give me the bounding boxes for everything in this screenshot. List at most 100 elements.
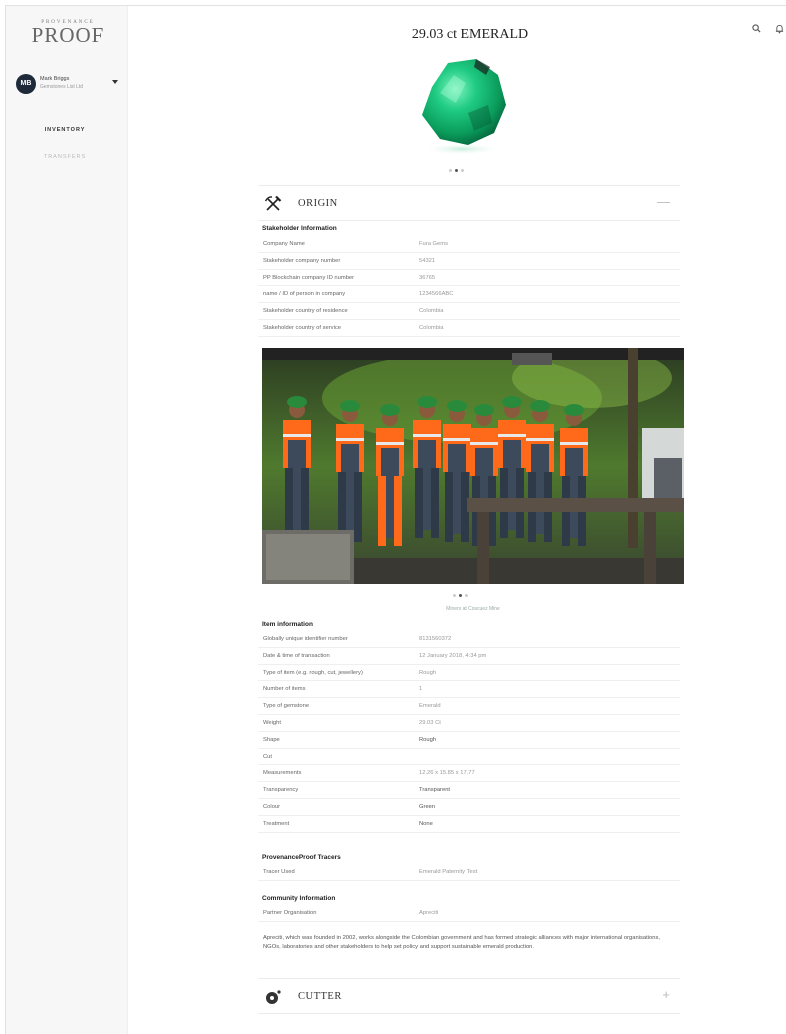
table-row: Weight 29.03 Ct (258, 715, 680, 732)
row-value: None (419, 820, 433, 827)
table-row: Globally unique identifier number 8131560… (258, 631, 680, 648)
table-row: Type of item (e.g. rough, cut, jewellery… (258, 665, 680, 682)
table-row: PP Blockchain company ID number 36765 (258, 270, 680, 287)
table-row: Treatment None (258, 816, 680, 833)
row-value: 29.03 Ct (419, 719, 441, 726)
caret-down-icon[interactable] (112, 80, 118, 84)
community-heading: Community Information (262, 895, 336, 902)
row-value: Emerald (419, 703, 441, 710)
table-row: Tracer Used Emerald Paternity Test (258, 864, 680, 881)
carousel-dot[interactable] (449, 169, 452, 172)
row-label: Partner Organisation (263, 910, 317, 916)
row-label: Stakeholder country of service (263, 324, 341, 331)
row-label: Company Name (263, 241, 305, 247)
expand-icon[interactable]: + (662, 987, 670, 1002)
row-label: Weight (263, 719, 281, 726)
table-row: Measurements 12.26 x 15.85 x 17.77 (258, 765, 680, 783)
row-value: Colombia (419, 308, 444, 315)
row-value: Fura Gems (419, 241, 448, 247)
photo-caption: Miners at Coscuez Mine (446, 606, 500, 612)
user-name: Mark Briggs (40, 76, 70, 82)
row-label: Cut (263, 753, 273, 760)
tracers-table: Tracer Used Emerald Paternity Test (258, 864, 680, 881)
origin-section-header[interactable]: ORIGIN — (258, 185, 680, 221)
cutter-section-header[interactable]: CUTTER + (258, 978, 680, 1014)
nav-item-transfers[interactable]: TRANSFERS (6, 154, 124, 160)
table-row: Type of gemstone Emerald (258, 698, 680, 715)
row-label: Tracer Used (263, 869, 295, 875)
carousel-dot[interactable] (453, 594, 456, 597)
row-label: Transparency (263, 787, 299, 794)
emerald-image (422, 59, 506, 155)
row-label: PP Blockchain company ID number (263, 274, 355, 281)
table-row: Date & time of transaction 12 January 201… (258, 648, 680, 665)
carousel-dot-active[interactable] (455, 169, 458, 172)
table-row: Shape Rough (258, 732, 680, 749)
gem-carousel-dots[interactable] (449, 169, 464, 172)
row-value: Emerald Paternity Test (419, 869, 478, 875)
pickaxe-icon (264, 195, 282, 211)
item-info-table: Globally unique identifier number 8131560… (258, 631, 680, 833)
row-label: Globally unique identifier number (263, 636, 348, 642)
row-label: Stakeholder company number (263, 257, 341, 264)
row-label: name / ID of person in company (263, 291, 346, 298)
user-menu[interactable]: MB Mark Briggs Gemstones List Ltd (16, 74, 126, 96)
table-row: Number of items 1 (258, 681, 680, 699)
row-value: 1 (419, 686, 423, 693)
row-value: Transparent (419, 787, 451, 794)
item-info-heading: Item information (262, 621, 313, 628)
bell-icon[interactable] (775, 24, 784, 37)
avatar: MB (16, 74, 36, 94)
tracers-heading: ProvenanceProof Tracers (262, 854, 341, 861)
table-row: Partner Organisation Apreciti (258, 905, 680, 922)
page-title: 29.03 ct EMERALD (411, 27, 529, 42)
row-label: Type of gemstone (263, 703, 310, 710)
saw-blade-icon (266, 990, 281, 1004)
table-row: Stakeholder country of service Colombia (258, 320, 680, 337)
nav-item-inventory[interactable]: INVENTORY (6, 127, 124, 133)
cutter-section-title: CUTTER (298, 991, 342, 1002)
carousel-dot[interactable] (461, 169, 464, 172)
row-label: Stakeholder country of residence (263, 308, 348, 315)
table-row: Transparency Transparent (258, 782, 680, 799)
search-icon[interactable] (752, 24, 761, 36)
origin-section-title: ORIGIN (298, 198, 338, 209)
table-row: Stakeholder country of residence Colombia (258, 303, 680, 320)
row-label: Number of items (263, 686, 306, 693)
row-label: Date & time of transaction (263, 652, 330, 659)
row-value: 12.26 x 15.85 x 17.77 (419, 770, 475, 777)
brand-logo[interactable]: PROVENANCE PROOF (30, 20, 106, 47)
community-description: Apreciti, which was founded in 2002, wor… (263, 935, 660, 950)
brand-logo-main: PROOF (31, 23, 105, 47)
collapse-icon[interactable]: — (657, 194, 670, 209)
row-value: 1234566ABC (419, 291, 454, 298)
row-value: Colombia (419, 324, 444, 331)
table-row: Company Name Fura Gems (258, 236, 680, 253)
row-value: Rough (419, 736, 437, 743)
row-value: 8131560372 (419, 636, 452, 642)
stakeholder-table: Company Name Fura Gems Stakeholder company… (258, 236, 680, 337)
row-label: Measurements (263, 770, 302, 777)
row-label: Colour (263, 803, 281, 810)
row-value: 36765 (419, 274, 436, 281)
miners-photo (262, 348, 684, 584)
community-table: Partner Organisation Apreciti (258, 905, 680, 922)
table-row: name / ID of person in company 1234566ABC (258, 286, 680, 304)
row-value: Green (419, 803, 436, 810)
table-row: Stakeholder company number 54321 (258, 253, 680, 270)
row-value: 12 January 2018, 4:34 pm (419, 652, 487, 659)
photo-carousel-dots[interactable] (453, 594, 468, 597)
row-value: Rough (419, 669, 437, 676)
table-row: Cut (258, 749, 680, 766)
sidebar: PROVENANCE PROOF MB Mark Briggs Gemstone… (6, 6, 128, 1034)
user-company: Gemstones List Ltd (40, 84, 84, 90)
row-label: Shape (263, 736, 280, 743)
table-row: Colour Green (258, 799, 680, 816)
row-value: 54321 (419, 257, 436, 264)
stakeholder-heading: Stakeholder Information (262, 225, 337, 232)
row-value: Apreciti (419, 910, 439, 916)
carousel-dot-active[interactable] (459, 594, 462, 597)
row-label: Treatment (263, 820, 290, 827)
carousel-dot[interactable] (465, 594, 468, 597)
row-label: Type of item (e.g. rough, cut, jewellery… (263, 669, 363, 676)
